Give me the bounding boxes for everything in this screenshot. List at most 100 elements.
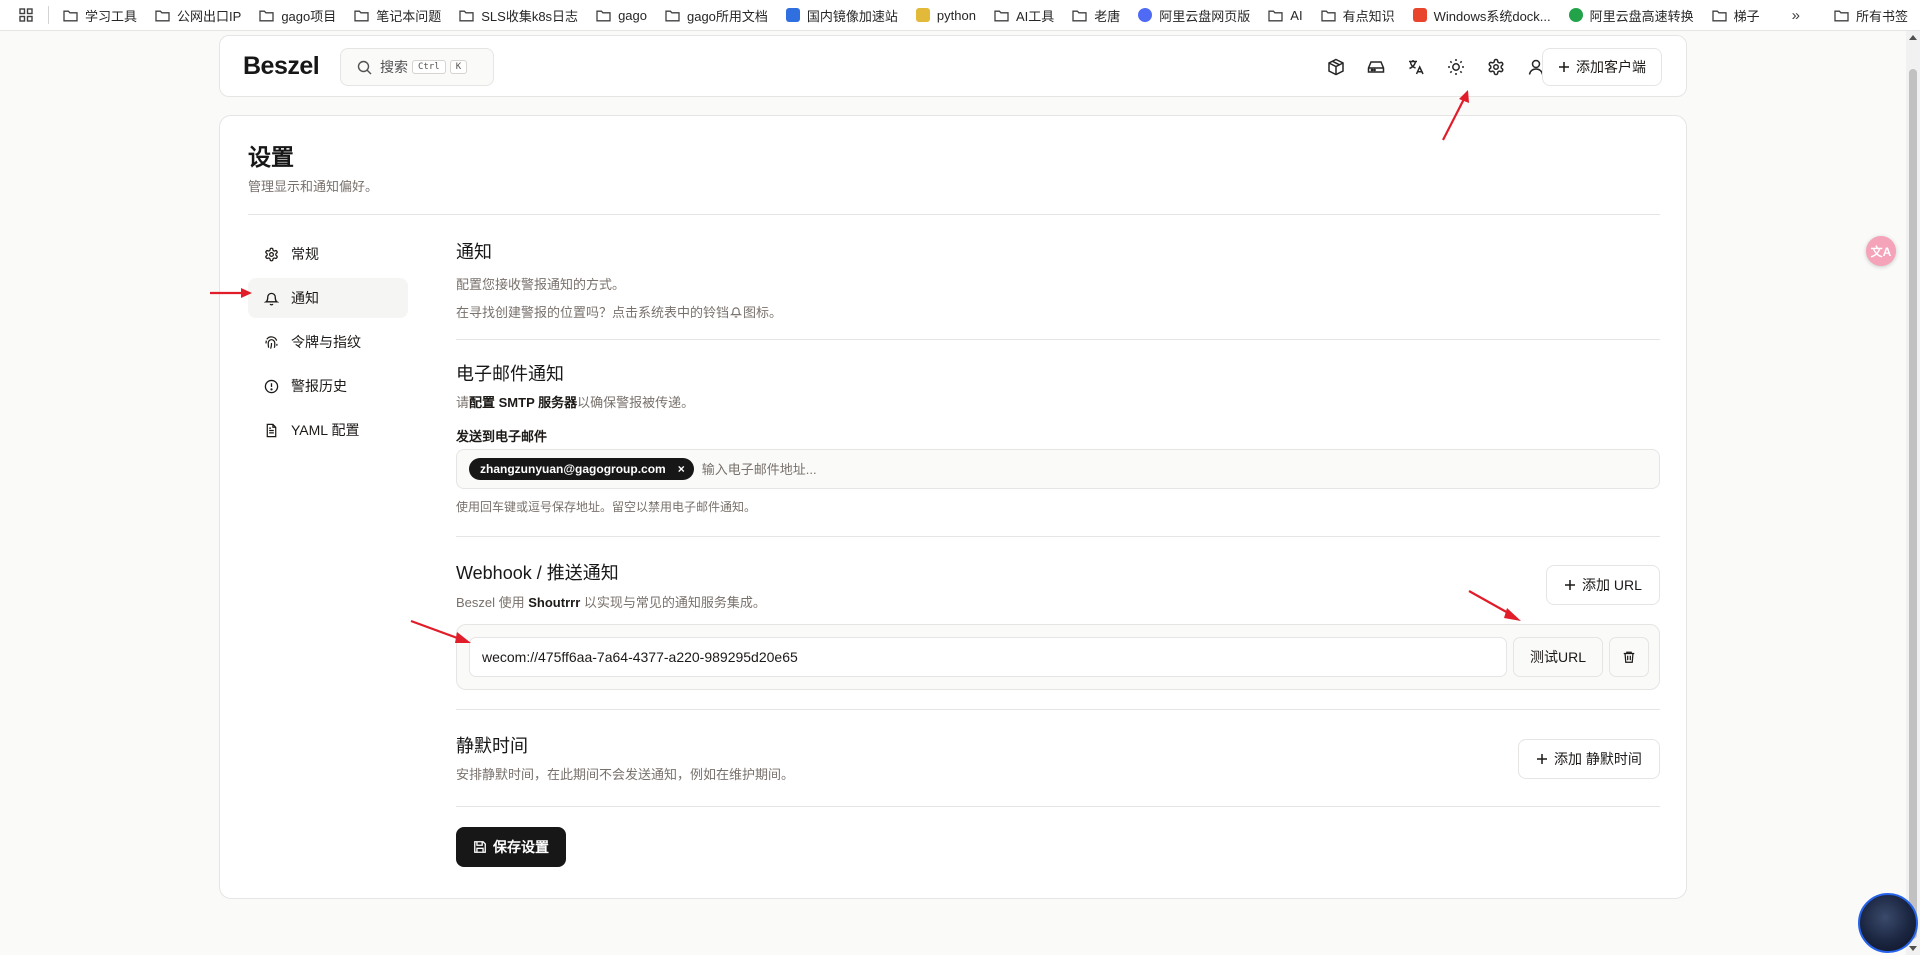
notifications-desc: 配置您接收警报通知的方式。 (456, 277, 626, 292)
email-chip: zhangzunyuan@gagogroup.com × (469, 458, 694, 480)
plus-icon (1565, 580, 1576, 590)
email-input[interactable] (701, 461, 1302, 477)
bookmark-item[interactable]: python (915, 8, 976, 23)
scroll-up-arrow-icon[interactable] (1909, 35, 1917, 40)
bookmark-label: 笔记本问题 (376, 8, 442, 24)
bookmark-item[interactable]: 笔记本问题 (354, 6, 441, 25)
language-button[interactable] (1396, 47, 1436, 87)
page-scrollbar[interactable] (1906, 31, 1920, 955)
translate-float-button[interactable]: 文A (1866, 236, 1896, 266)
email-recipients-field[interactable]: zhangzunyuan@gagogroup.com × (456, 449, 1660, 489)
shoutrrr-link[interactable]: Shoutrrr (528, 595, 580, 610)
section-divider (456, 536, 1660, 537)
bookmarks-separator (48, 6, 49, 24)
bookmark-item[interactable]: 学习工具 (63, 6, 137, 25)
sidebar-item-alert-history[interactable]: 警报历史 (248, 366, 408, 406)
sidebar-item-label: 常规 (291, 246, 319, 262)
folder-icon (1834, 10, 1849, 22)
settings-sidenav: 常规 通知 令牌与指纹 警报历史 YAML 配置 (248, 234, 408, 454)
sidebar-item-label: 令牌与指纹 (291, 334, 361, 350)
file-text-icon (266, 423, 277, 437)
quiet-hours-title: 静默时间 (456, 736, 528, 756)
page-title: 设置 (248, 144, 294, 170)
add-quiet-hours-label: 添加 静默时间 (1554, 751, 1642, 767)
settings-card: 设置 管理显示和通知偏好。 常规 通知 令牌与指纹 警报历史 YAML 配置 通… (219, 115, 1687, 899)
aliyun-icon (1138, 8, 1153, 22)
sidebar-item-general[interactable]: 常规 (248, 234, 408, 274)
webhook-url-input[interactable]: wecom://475ff6aa-7a64-4377-a220-989295d2… (469, 637, 1507, 677)
add-client-button[interactable]: 添加客户端 (1542, 48, 1662, 86)
hint-text-post: 图标。 (743, 305, 783, 320)
sidebar-item-tokens[interactable]: 令牌与指纹 (248, 322, 408, 362)
bookmark-item[interactable]: gago所用文档 (665, 6, 768, 25)
save-settings-button[interactable]: 保存设置 (456, 827, 566, 867)
bookmark-item[interactable]: 有点知识 (1320, 6, 1395, 25)
add-url-button[interactable]: 添加 URL (1546, 565, 1660, 605)
bookmark-label: 阿里云盘网页版 (1159, 8, 1251, 24)
section-divider (456, 339, 1660, 340)
webhook-url-row: wecom://475ff6aa-7a64-4377-a220-989295d2… (456, 624, 1660, 690)
bookmark-label: gago项目 (281, 8, 337, 24)
assistant-avatar[interactable] (1858, 893, 1918, 953)
hard-drive-icon (1367, 61, 1385, 73)
bookmark-item[interactable]: 阿里云盘高速转换 (1568, 6, 1694, 25)
bell-icon (730, 306, 743, 318)
add-client-label: 添加客户端 (1576, 59, 1646, 75)
delete-url-button[interactable] (1609, 637, 1649, 677)
settings-button[interactable] (1476, 47, 1516, 87)
section-divider (456, 806, 1660, 807)
bookmark-item[interactable]: AI (1268, 8, 1303, 23)
quiet-hours-desc: 安排静默时间，在此期间不会发送通知，例如在维护期间。 (456, 767, 795, 782)
app-logo[interactable]: Beszel (243, 52, 320, 81)
kbd-ctrl: Ctrl (412, 60, 446, 74)
bookmark-label: 有点知识 (1342, 8, 1395, 24)
sun-icon (1448, 59, 1464, 75)
smtp-config-link[interactable]: 配置 SMTP 服务器 (469, 395, 577, 410)
bookmark-label: Windows系统dock... (1433, 8, 1551, 24)
bookmark-item[interactable]: 公网出口IP (155, 6, 241, 25)
bookmark-label: gago (618, 7, 647, 23)
search-button[interactable]: 搜索 Ctrl K (340, 48, 494, 86)
theme-toggle-button[interactable] (1436, 47, 1476, 87)
folder-icon (1712, 10, 1727, 21)
apps-grid-icon[interactable] (16, 5, 36, 25)
bookmark-label: gago所用文档 (686, 8, 768, 24)
save-settings-label: 保存设置 (493, 839, 549, 855)
bookmark-item[interactable]: gago项目 (259, 6, 336, 25)
plus-icon (1537, 754, 1548, 764)
bookmark-item[interactable]: gago (596, 8, 647, 23)
webhook-desc-pre: Beszel 使用 (456, 595, 529, 610)
bookmark-item[interactable]: Windows系统dock... (1412, 6, 1551, 25)
containers-button[interactable] (1316, 47, 1356, 87)
bookmarks-more-icon[interactable]: » (1792, 7, 1800, 24)
bookmark-item[interactable]: SLS收集k8s日志 (459, 6, 578, 25)
remove-email-icon[interactable]: × (678, 462, 685, 476)
folder-icon (1268, 10, 1283, 21)
scrollbar-thumb[interactable] (1909, 69, 1917, 939)
add-quiet-hours-button[interactable]: 添加 静默时间 (1518, 739, 1660, 779)
bookmark-item[interactable]: 梯子 (1712, 6, 1760, 25)
sidebar-item-label: 通知 (291, 290, 319, 306)
bookmark-label: 阿里云盘高速转换 (1589, 8, 1694, 24)
folder-icon (665, 10, 680, 21)
bookmark-item[interactable]: AI工具 (994, 6, 1054, 25)
email-section-desc: 请配置 SMTP 服务器以确保警报被传递。 (456, 392, 694, 411)
bookmark-item[interactable]: 国内镜像加速站 (785, 6, 898, 25)
bookmark-item[interactable]: 老唐 (1072, 6, 1120, 25)
bookmark-all-bookmarks[interactable]: 所有书签 (1834, 6, 1908, 25)
bookmark-label: SLS收集k8s日志 (481, 8, 579, 24)
folder-icon (354, 10, 369, 21)
bookmark-label: AI工具 (1015, 8, 1055, 24)
python-icon (915, 8, 930, 22)
storage-button[interactable] (1356, 47, 1396, 87)
bookmarks-bar: 学习工具 公网出口IP gago项目 笔记本问题 SLS收集k8s日志 gago gago所… (0, 0, 1920, 31)
sidebar-item-notifications[interactable]: 通知 (248, 278, 408, 318)
bookmark-item[interactable]: 阿里云盘网页版 (1138, 6, 1250, 25)
sidebar-item-yaml-config[interactable]: YAML 配置 (248, 410, 408, 450)
gear-icon (1488, 58, 1504, 76)
scroll-down-arrow-icon[interactable] (1909, 946, 1917, 951)
folder-icon (1320, 10, 1336, 21)
languages-icon (1409, 60, 1424, 75)
test-url-button[interactable]: 测试URL (1513, 637, 1603, 677)
folder-icon (994, 10, 1009, 21)
